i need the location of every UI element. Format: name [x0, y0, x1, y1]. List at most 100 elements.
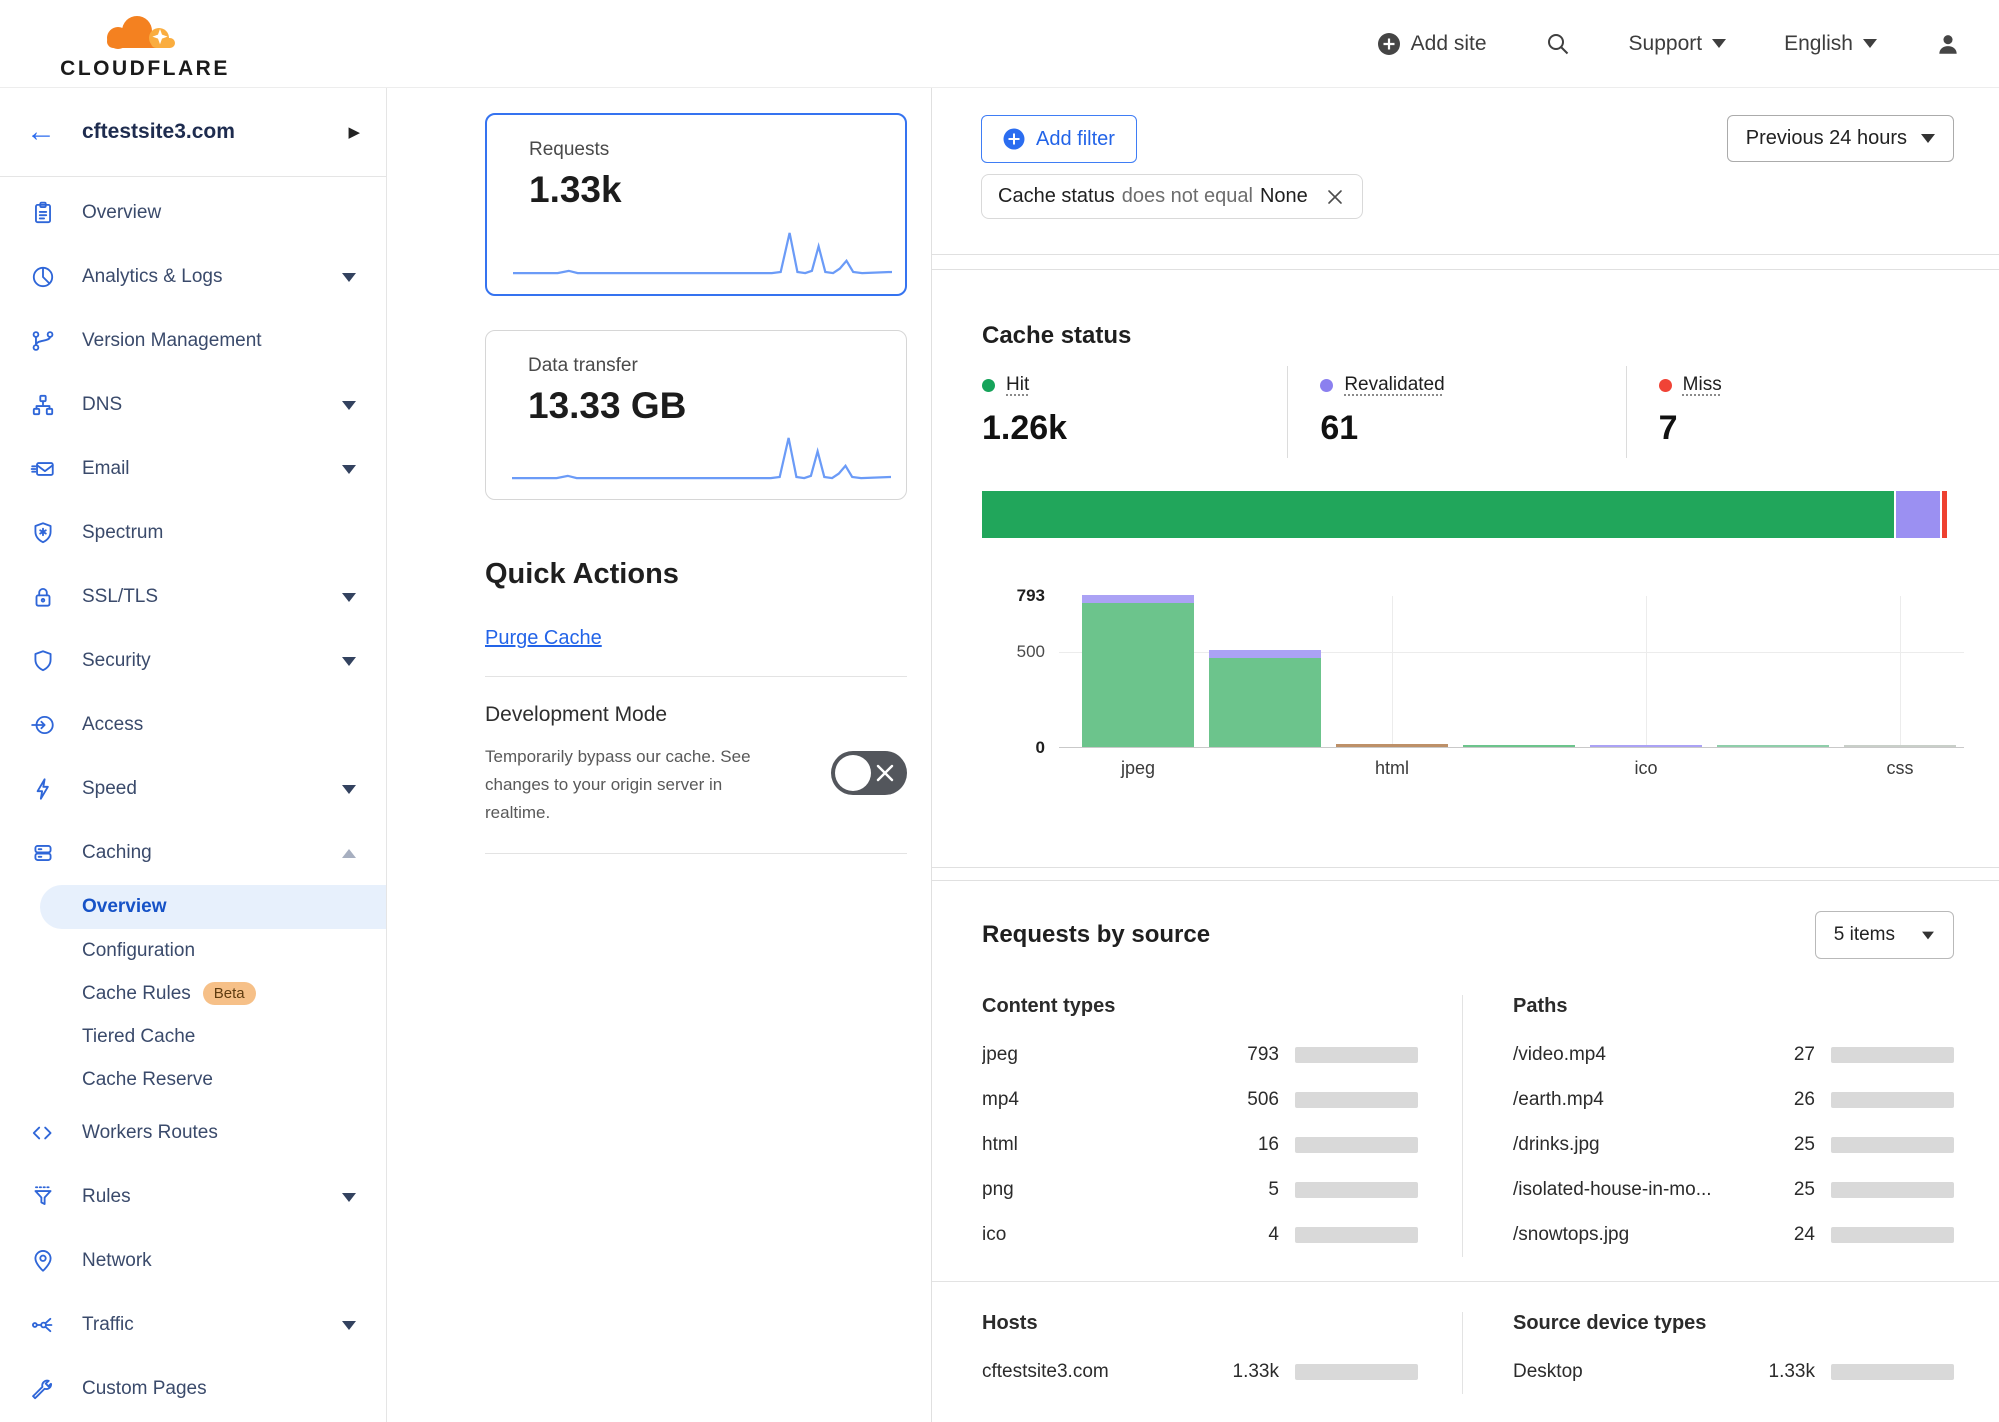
filter-chip-cache-status[interactable]: Cache status does not equal None [981, 174, 1363, 219]
sidebar-item-traffic[interactable]: Traffic [0, 1293, 386, 1357]
remove-filter-icon[interactable] [1324, 186, 1346, 208]
source-device-types-section: Source device types Desktop 1.33k [1462, 1312, 1999, 1394]
chart-bar-col-5[interactable] [1717, 745, 1829, 747]
chart-x-axis-labels: jpeghtmlicocss [1059, 748, 1964, 778]
table-row[interactable]: /video.mp4 27 [1513, 1032, 1954, 1077]
x-axis-tick: html [1375, 758, 1409, 779]
table-row[interactable]: Desktop 1.33k [1513, 1349, 1954, 1394]
sidebar-item-overview[interactable]: Overview [0, 181, 386, 245]
sidebar-item-network[interactable]: Network [0, 1229, 386, 1293]
sidebar-item-rules[interactable]: Rules [0, 1165, 386, 1229]
paths-title: Paths [1513, 995, 1954, 1018]
sidebar-subitem-configuration[interactable]: Configuration [0, 929, 386, 972]
chart-bar-css[interactable] [1844, 745, 1956, 747]
table-row[interactable]: jpeg 793 [982, 1032, 1418, 1077]
sidebar-item-security[interactable]: Security [0, 629, 386, 693]
table-row[interactable]: mp4 506 [982, 1077, 1418, 1122]
table-row[interactable]: /drinks.jpg 25 [1513, 1122, 1954, 1167]
hosts-title: Hosts [982, 1312, 1418, 1335]
table-row[interactable]: cftestsite3.com 1.33k [982, 1349, 1418, 1394]
row-label: png [982, 1179, 1215, 1201]
chevron-down-icon [342, 657, 356, 666]
sidebar-item-dns[interactable]: DNS [0, 373, 386, 437]
quick-actions-title: Quick Actions [485, 558, 931, 591]
chevron-up-icon [342, 849, 356, 858]
beta-badge: Beta [203, 982, 256, 1005]
table-row[interactable]: /snowtops.jpg 24 [1513, 1212, 1954, 1257]
data-transfer-label: Data transfer [528, 355, 906, 377]
sidebar-item-label: Access [82, 714, 356, 736]
divider [485, 853, 907, 854]
revalidated-label[interactable]: Revalidated [1344, 374, 1444, 396]
chart-bar-ico[interactable] [1590, 745, 1702, 747]
sidebar-item-speed[interactable]: Speed [0, 757, 386, 821]
row-label: /snowtops.jpg [1513, 1224, 1751, 1246]
chart-plot-area: 7935000 [1059, 596, 1964, 748]
chevron-right-icon[interactable]: ▶ [348, 123, 360, 141]
row-bar [1831, 1047, 1954, 1063]
sidebar-item-workers-routes[interactable]: Workers Routes [0, 1101, 386, 1165]
add-filter-button[interactable]: Add filter [981, 115, 1137, 163]
y-axis-tick: 500 [1017, 642, 1045, 662]
cloudflare-logo[interactable]: CLOUDFLARE [20, 7, 270, 81]
hit-value: 1.26k [982, 409, 1287, 448]
purge-cache-link[interactable]: Purge Cache [485, 627, 602, 650]
chevron-down-icon [1922, 931, 1934, 939]
items-count-dropdown[interactable]: 5 items [1815, 911, 1954, 959]
row-bar [1295, 1092, 1418, 1108]
row-label: Desktop [1513, 1361, 1751, 1383]
sidebar-item-label: Workers Routes [82, 1122, 356, 1144]
revalidated-value: 61 [1320, 409, 1625, 448]
chart-bar-html[interactable] [1336, 744, 1448, 747]
sidebar-item-caching[interactable]: Caching [0, 821, 386, 885]
sidebar-item-custom-pages[interactable]: Custom Pages [0, 1357, 386, 1421]
sidebar-item-label: Caching [82, 842, 342, 864]
hit-label[interactable]: Hit [1006, 374, 1029, 396]
miss-value: 7 [1659, 409, 1964, 448]
table-row[interactable]: html 16 [982, 1122, 1418, 1167]
sidebar-item-version-management[interactable]: Version Management [0, 309, 386, 373]
table-row[interactable]: /isolated-house-in-mo... 25 [1513, 1167, 1954, 1212]
chart-bar-col-1[interactable] [1209, 650, 1321, 747]
security-icon [30, 648, 56, 674]
sidebar-item-spectrum[interactable]: Spectrum [0, 501, 386, 565]
data-transfer-metric-card[interactable]: Data transfer 13.33 GB [485, 330, 907, 500]
hosts-section: Hosts cftestsite3.com 1.33k [932, 1312, 1462, 1394]
row-label: mp4 [982, 1089, 1215, 1111]
user-menu[interactable] [1935, 31, 1961, 57]
analytics-icon [30, 264, 56, 290]
sidebar-subitem-cache-reserve[interactable]: Cache Reserve [0, 1058, 386, 1101]
row-bar [1295, 1364, 1418, 1380]
row-label: /drinks.jpg [1513, 1134, 1751, 1156]
cloudflare-wordmark: CLOUDFLARE [60, 57, 230, 81]
development-mode-toggle[interactable] [831, 751, 907, 795]
sidebar-item-email[interactable]: Email [0, 437, 386, 501]
sidebar-item-label: Security [82, 650, 342, 672]
site-name: cftestsite3.com [82, 120, 348, 144]
language-menu[interactable]: English [1784, 32, 1877, 56]
table-row[interactable]: ico 4 [982, 1212, 1418, 1257]
sidebar-subitem-overview[interactable]: Overview [40, 885, 386, 929]
back-arrow-icon[interactable]: ← [26, 117, 56, 147]
add-site-button[interactable]: Add site [1377, 32, 1487, 56]
table-row[interactable]: /earth.mp4 26 [1513, 1077, 1954, 1122]
user-icon [1935, 31, 1961, 57]
sidebar-item-analytics-logs[interactable]: Analytics & Logs [0, 245, 386, 309]
miss-label[interactable]: Miss [1683, 374, 1722, 396]
sidebar-subitem-label: Tiered Cache [82, 1026, 195, 1048]
sidebar-item-ssl-tls[interactable]: SSL/TLS [0, 565, 386, 629]
sidebar-subitem-tiered-cache[interactable]: Tiered Cache [0, 1015, 386, 1058]
requests-metric-card[interactable]: Requests 1.33k [485, 113, 907, 296]
chart-bar-jpeg[interactable] [1082, 595, 1194, 747]
table-row[interactable]: png 5 [982, 1167, 1418, 1212]
chevron-down-icon [1921, 134, 1935, 143]
gridline [1392, 596, 1393, 747]
top-header: CLOUDFLARE Add site Support English [0, 0, 1999, 88]
sidebar-subitem-cache-rules[interactable]: Cache RulesBeta [0, 972, 386, 1015]
time-range-dropdown[interactable]: Previous 24 hours [1727, 115, 1954, 162]
support-menu[interactable]: Support [1629, 32, 1727, 56]
search-button[interactable] [1545, 31, 1571, 57]
sidebar-item-access[interactable]: Access [0, 693, 386, 757]
chart-bar-col-3[interactable] [1463, 745, 1575, 747]
row-value: 24 [1751, 1224, 1815, 1246]
